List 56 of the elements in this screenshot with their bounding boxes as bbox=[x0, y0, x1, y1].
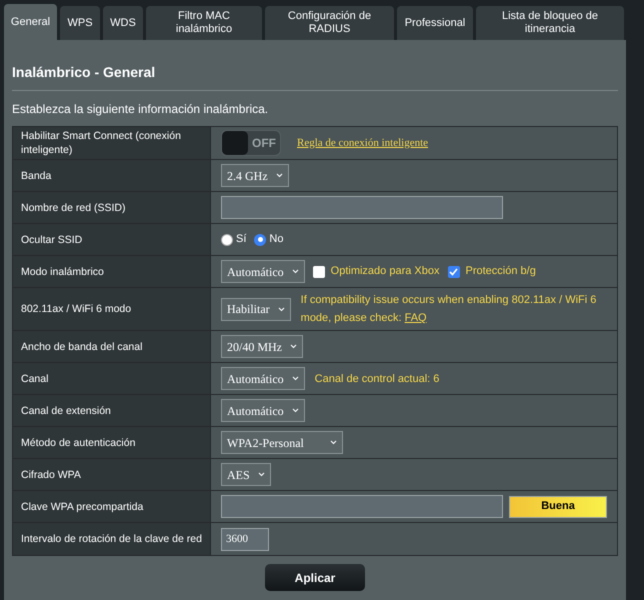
tab[interactable]: Configuración de RADIUS bbox=[265, 6, 394, 40]
checkbox[interactable] bbox=[448, 266, 460, 278]
text-field[interactable] bbox=[221, 495, 503, 518]
chevron-icon bbox=[292, 408, 299, 413]
chevron-icon bbox=[278, 306, 285, 312]
select-dropdown[interactable]: Automático bbox=[221, 367, 305, 390]
description-text: Establezca la siguiente información inalámbrica. bbox=[12, 101, 270, 118]
tab[interactable]: WDS bbox=[103, 6, 143, 40]
select-dropdown[interactable]: AES bbox=[221, 463, 271, 486]
text-field[interactable]: 3600 bbox=[221, 528, 269, 550]
field-label: 802.11ax / WiFi 6 modo bbox=[13, 288, 211, 330]
field-label: Método de autenticación bbox=[13, 427, 211, 458]
field-label: Cifrado WPA bbox=[13, 459, 211, 490]
smart-connect-link[interactable]: Regla de conexión inteligente bbox=[297, 134, 428, 152]
field-label: Habilitar Smart Connect (conexión inteligente) bbox=[13, 127, 211, 159]
tab[interactable]: Professional bbox=[397, 6, 473, 40]
faq-link[interactable]: FAQ bbox=[404, 312, 427, 324]
chevron-icon bbox=[292, 269, 299, 274]
radio-button[interactable] bbox=[254, 234, 266, 246]
tab[interactable]: General bbox=[4, 4, 57, 40]
radio-label: No bbox=[269, 232, 284, 248]
select-dropdown[interactable]: Habilitar bbox=[221, 298, 291, 320]
field-label: Ocultar SSID bbox=[13, 224, 211, 255]
select-dropdown[interactable]: WPA2-Personal bbox=[221, 431, 343, 454]
select-dropdown[interactable]: 2.4 GHz bbox=[221, 164, 289, 187]
radio-label: Sí bbox=[236, 232, 246, 248]
text-field[interactable] bbox=[221, 196, 503, 219]
checkbox-label: Optimizado para Xbox bbox=[330, 264, 440, 280]
field-label: Ancho de banda del canal bbox=[13, 331, 211, 362]
hint-text: Canal de control actual: 6 bbox=[314, 372, 440, 386]
apply-button[interactable]: Aplicar bbox=[265, 564, 365, 591]
chevron-icon bbox=[276, 173, 283, 178]
chevron-icon bbox=[290, 344, 297, 349]
toggle-switch[interactable]: OFF bbox=[221, 130, 281, 156]
select-dropdown[interactable]: Automático bbox=[221, 399, 305, 422]
hint-text: If compatibility issue occurs when enabling 802.11ax / WiFi 6 mode, please check: FAQ bbox=[300, 293, 598, 326]
select-dropdown[interactable]: 20/40 MHz bbox=[221, 335, 303, 358]
field-label: Nombre de red (SSID) bbox=[13, 192, 211, 223]
chevron-icon bbox=[258, 472, 265, 477]
field-label: Canal de extensión bbox=[13, 395, 211, 426]
tab[interactable]: Filtro MAC inalámbrico bbox=[146, 6, 262, 40]
select-dropdown[interactable]: Automático bbox=[221, 260, 305, 283]
field-label: Intervalo de rotación de la clave de red bbox=[13, 523, 211, 555]
tab[interactable]: WPS bbox=[60, 6, 100, 40]
field-label: Clave WPA precompartida bbox=[13, 491, 211, 522]
chevron-icon bbox=[292, 376, 299, 381]
field-label: Modo inalámbrico bbox=[13, 256, 211, 287]
tab[interactable]: Lista de bloqueo de itinerancia bbox=[476, 6, 624, 40]
field-label: Banda bbox=[13, 160, 211, 191]
chevron-icon bbox=[330, 440, 337, 445]
password-strength-meter: Buena bbox=[509, 496, 607, 518]
checkbox[interactable] bbox=[312, 266, 325, 278]
radio-button[interactable] bbox=[221, 234, 233, 246]
section-title: Inalámbrico - General bbox=[12, 63, 156, 82]
field-label: Canal bbox=[13, 363, 211, 394]
checkbox-label: Protección b/g bbox=[466, 264, 536, 280]
